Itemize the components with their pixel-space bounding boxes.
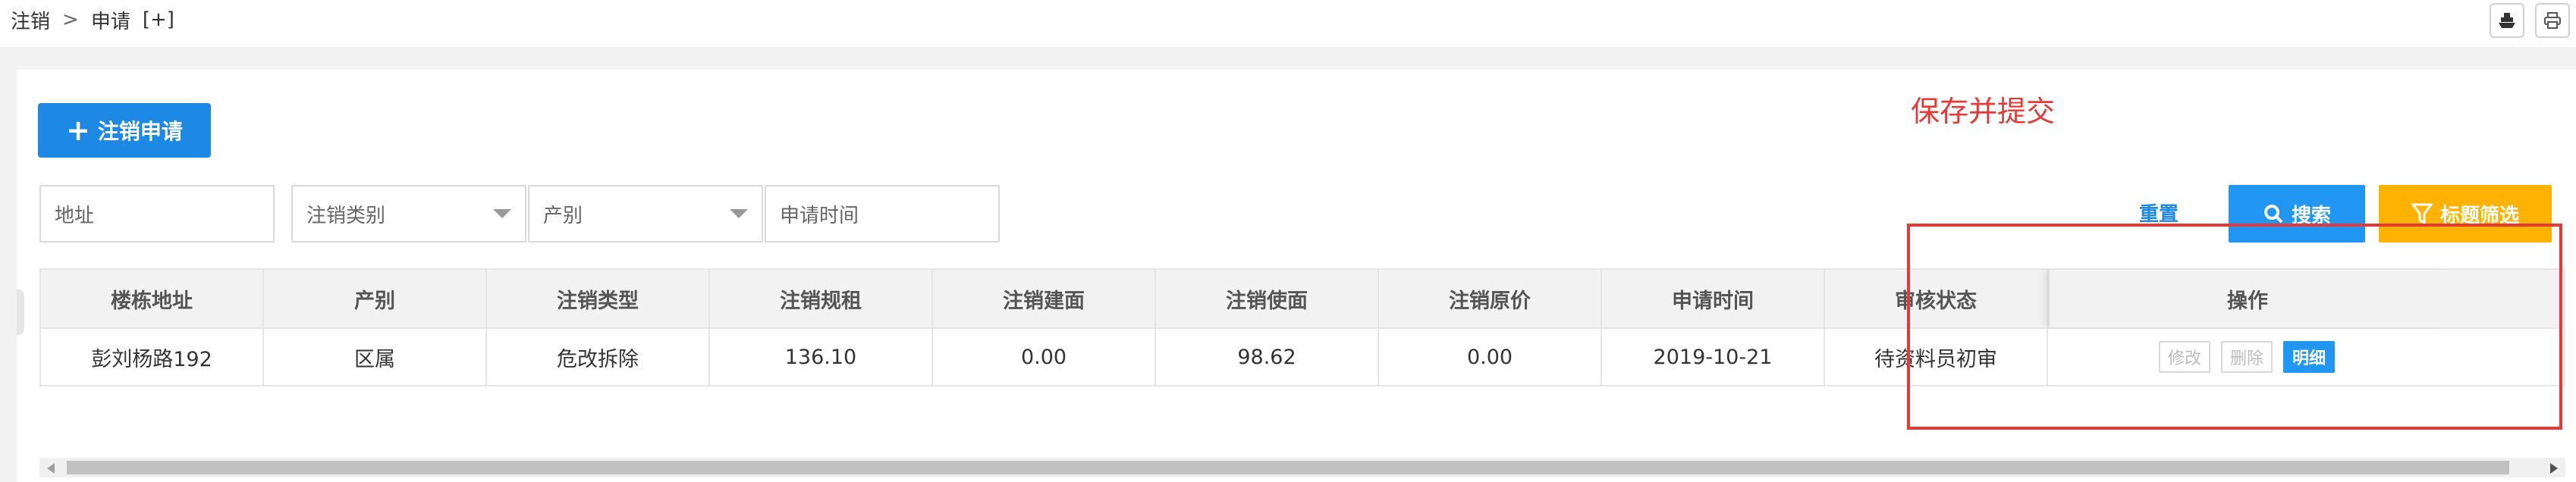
annotation-label: 保存并提交: [1911, 95, 2056, 128]
cell-build-area: 0.00: [933, 329, 1156, 385]
header-rent[interactable]: 注销规租: [710, 270, 933, 327]
table-header: 楼栋地址 产别 注销类型 注销规租 注销建面 注销使面 注销原价 申请时间 审核…: [41, 270, 2564, 327]
detail-button[interactable]: 明细: [2283, 341, 2336, 373]
cell-orig-price: 0.00: [1379, 329, 1602, 385]
breadcrumb-item-apply[interactable]: 申请: [91, 6, 130, 34]
scroll-right-icon[interactable]: [2550, 463, 2558, 474]
horizontal-scrollbar[interactable]: [39, 458, 2565, 477]
header-use-area[interactable]: 注销使面: [1156, 270, 1379, 327]
header-type[interactable]: 注销类型: [487, 270, 710, 327]
search-icon: [2263, 203, 2284, 224]
chevron-down-icon: [493, 209, 511, 218]
header-ops: 操作: [2048, 270, 2446, 327]
main-panel: + 注销申请 地址 注销类别 产别 申请时间 重置 搜索 标题筛选 楼栋地址 产…: [17, 70, 2576, 482]
breadcrumb-separator: >: [62, 8, 79, 31]
cell-property: 区属: [264, 329, 487, 385]
print-icon[interactable]: [2535, 3, 2570, 38]
ship-icon[interactable]: [2490, 3, 2524, 38]
address-placeholder: 地址: [55, 204, 95, 227]
advanced-filter-label: 标题筛选: [2439, 204, 2519, 227]
date-placeholder: 申请时间: [780, 204, 859, 227]
search-button-label: 搜索: [2291, 204, 2331, 227]
property-select[interactable]: 产别: [528, 185, 763, 243]
property-placeholder: 产别: [543, 204, 583, 227]
plus-icon: +: [66, 114, 90, 147]
delete-button[interactable]: 删除: [2220, 341, 2273, 373]
cell-ops: 修改 删除 明细: [2048, 329, 2446, 385]
chevron-down-icon: [730, 209, 748, 218]
category-select[interactable]: 注销类别: [291, 185, 526, 243]
table-row[interactable]: 彭刘杨路192 区属 危改拆除 136.10 0.00 98.62 0.00 2…: [41, 327, 2564, 385]
cell-use-area: 98.62: [1156, 329, 1379, 385]
address-input[interactable]: 地址: [39, 185, 275, 243]
header-build-area[interactable]: 注销建面: [933, 270, 1156, 327]
cell-type: 危改拆除: [487, 329, 710, 385]
header-orig-price[interactable]: 注销原价: [1379, 270, 1602, 327]
cell-rent: 136.10: [710, 329, 933, 385]
top-bar: 注销 > 申请 [+]: [0, 0, 2576, 47]
header-address[interactable]: 楼栋地址: [41, 270, 264, 327]
scroll-left-icon[interactable]: [47, 463, 55, 474]
funnel-icon: [2411, 202, 2433, 225]
advanced-filter-button[interactable]: 标题筛选: [2379, 185, 2552, 243]
header-date[interactable]: 申请时间: [1602, 270, 1825, 327]
breadcrumb: 注销 > 申请 [+]: [11, 5, 187, 35]
header-status[interactable]: 审核状态: [1825, 270, 2048, 327]
apply-date-input[interactable]: 申请时间: [765, 185, 1000, 243]
breadcrumb-add[interactable]: [+]: [143, 8, 174, 31]
header-property[interactable]: 产别: [264, 270, 487, 327]
cell-date: 2019-10-21: [1602, 329, 1825, 385]
add-button-label: 注销申请: [97, 119, 183, 144]
reset-link[interactable]: 重置: [2139, 199, 2179, 227]
cell-status: 待资料员初审: [1825, 329, 2048, 385]
records-table: 楼栋地址 产别 注销类型 注销规租 注销建面 注销使面 注销原价 申请时间 审核…: [39, 268, 2565, 387]
search-button[interactable]: 搜索: [2229, 185, 2365, 243]
cell-address: 彭刘杨路192: [41, 329, 264, 385]
scrollbar-thumb[interactable]: [67, 461, 2509, 474]
breadcrumb-item-cancel[interactable]: 注销: [11, 6, 50, 34]
category-placeholder: 注销类别: [306, 204, 386, 227]
add-cancel-application-button[interactable]: + 注销申请: [38, 103, 211, 158]
edit-button[interactable]: 修改: [2158, 341, 2210, 373]
side-collapse-tab[interactable]: [17, 290, 24, 335]
